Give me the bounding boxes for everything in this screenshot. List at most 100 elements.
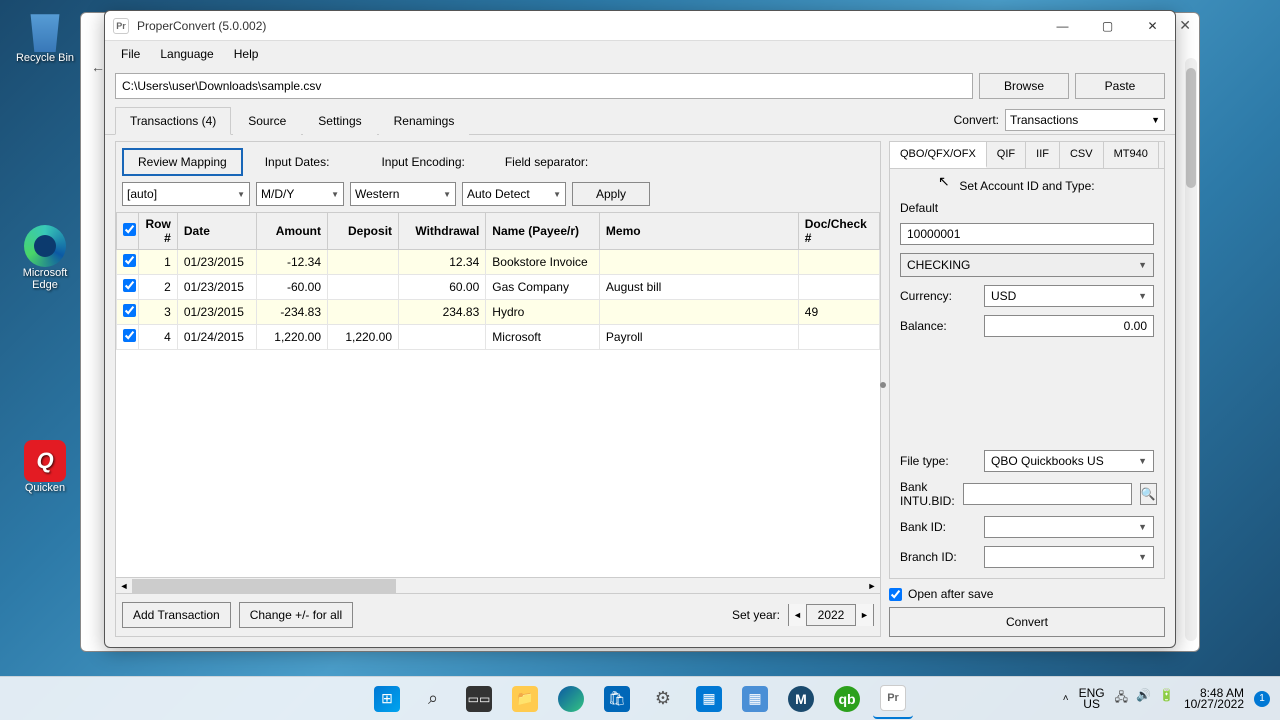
bg-scrollbar[interactable] bbox=[1185, 58, 1197, 641]
clock[interactable]: 8:48 AM 10/27/2022 bbox=[1184, 688, 1244, 710]
cell-name: Microsoft bbox=[486, 325, 600, 350]
recycle-bin[interactable]: Recycle Bin bbox=[10, 10, 80, 64]
open-after-save-checkbox[interactable] bbox=[889, 588, 902, 601]
tab-settings[interactable]: Settings bbox=[303, 107, 376, 135]
year-increment[interactable]: ► bbox=[855, 604, 873, 626]
close-button[interactable]: ✕ bbox=[1130, 11, 1175, 41]
currency-label: Currency: bbox=[900, 289, 976, 303]
notification-badge[interactable]: 1 bbox=[1254, 691, 1270, 707]
year-spinner[interactable]: ◄ 2022 ► bbox=[788, 604, 874, 626]
bank-intu-input[interactable] bbox=[963, 483, 1132, 505]
table-row[interactable]: 201/23/2015-60.0060.00Gas CompanyAugust … bbox=[117, 275, 880, 300]
bg-back-icon[interactable]: ← bbox=[91, 59, 105, 75]
balance-input[interactable] bbox=[984, 315, 1154, 337]
convert-button[interactable]: Convert bbox=[889, 607, 1165, 637]
maximize-button[interactable]: ▢ bbox=[1085, 11, 1130, 41]
currency-select[interactable]: USD▼ bbox=[984, 285, 1154, 307]
taskbar-app1[interactable]: ▦ bbox=[689, 679, 729, 719]
col-deposit[interactable]: Deposit bbox=[328, 213, 399, 250]
table-row[interactable]: 101/23/2015-12.3412.34Bookstore Invoice bbox=[117, 250, 880, 275]
tab-transactions[interactable]: Transactions (4) bbox=[115, 107, 231, 135]
col-amount[interactable]: Amount bbox=[257, 213, 328, 250]
tab-renamings[interactable]: Renamings bbox=[379, 107, 470, 135]
cell-memo bbox=[599, 300, 798, 325]
browse-button[interactable]: Browse bbox=[979, 73, 1069, 99]
col-name[interactable]: Name (Payee/r) bbox=[486, 213, 600, 250]
col-memo[interactable]: Memo bbox=[599, 213, 798, 250]
tab-csv[interactable]: CSV bbox=[1060, 142, 1104, 168]
taskbar-quickbooks[interactable]: qb bbox=[827, 679, 867, 719]
date-format-select[interactable]: M/D/Y▼ bbox=[256, 182, 344, 206]
scroll-left-icon[interactable]: ◄ bbox=[116, 578, 132, 594]
separator-select[interactable]: Auto Detect▼ bbox=[462, 182, 566, 206]
change-sign-button[interactable]: Change +/- for all bbox=[239, 602, 353, 628]
cell-date: 01/23/2015 bbox=[177, 275, 256, 300]
cell-row: 1 bbox=[139, 250, 178, 275]
taskbar-edge[interactable] bbox=[551, 679, 591, 719]
row-checkbox[interactable] bbox=[123, 304, 136, 317]
volume-icon[interactable]: 🔊 bbox=[1136, 688, 1151, 709]
table-row[interactable]: 401/24/20151,220.001,220.00MicrosoftPayr… bbox=[117, 325, 880, 350]
battery-icon[interactable]: 🔋 bbox=[1159, 688, 1174, 709]
splitter-handle[interactable] bbox=[880, 382, 886, 388]
row-checkbox[interactable] bbox=[123, 329, 136, 342]
cell-row: 3 bbox=[139, 300, 178, 325]
branch-id-select[interactable]: ▼ bbox=[984, 546, 1154, 568]
minimize-button[interactable]: — bbox=[1040, 11, 1085, 41]
row-checkbox[interactable] bbox=[123, 279, 136, 292]
bg-close-icon[interactable]: ✕ bbox=[1179, 17, 1191, 34]
account-type-select[interactable]: CHECKING▼ bbox=[900, 253, 1154, 277]
table-row[interactable]: 301/23/2015-234.83234.83Hydro49 bbox=[117, 300, 880, 325]
col-doc[interactable]: Doc/Check # bbox=[798, 213, 879, 250]
menu-help[interactable]: Help bbox=[224, 44, 269, 64]
convert-select[interactable]: Transactions ▼ bbox=[1005, 109, 1165, 131]
microsoft-edge[interactable]: Microsoft Edge bbox=[10, 225, 80, 291]
file-path-input[interactable] bbox=[115, 73, 973, 99]
bank-search-button[interactable]: 🔍 bbox=[1140, 483, 1157, 505]
transactions-table: Row # Date Amount Deposit Withdrawal Nam… bbox=[116, 212, 880, 577]
tab-source[interactable]: Source bbox=[233, 107, 301, 135]
taskbar-settings[interactable]: ⚙ bbox=[643, 679, 683, 719]
scrollbar-thumb[interactable] bbox=[132, 579, 396, 593]
network-icon[interactable]: 🖧 bbox=[1115, 688, 1128, 709]
taskbar-search[interactable]: ⌕ bbox=[413, 679, 453, 719]
row-checkbox[interactable] bbox=[123, 254, 136, 267]
start-button[interactable]: ⊞ bbox=[367, 679, 407, 719]
year-decrement[interactable]: ◄ bbox=[789, 604, 807, 626]
tab-qbo[interactable]: QBO/QFX/OFX bbox=[890, 142, 987, 168]
horizontal-scrollbar[interactable]: ◄ ► bbox=[116, 577, 880, 593]
review-mapping-button[interactable]: Review Mapping bbox=[122, 148, 243, 176]
bg-scrollbar-thumb[interactable] bbox=[1186, 68, 1196, 188]
encoding-select[interactable]: Western▼ bbox=[350, 182, 456, 206]
col-date[interactable]: Date bbox=[177, 213, 256, 250]
scroll-right-icon[interactable]: ► bbox=[864, 578, 880, 594]
taskbar-properconvert[interactable]: Pr bbox=[873, 679, 913, 719]
year-value: 2022 bbox=[807, 608, 855, 622]
tab-iif[interactable]: IIF bbox=[1026, 142, 1060, 168]
taskbar-store[interactable]: 🛍 bbox=[597, 679, 637, 719]
chevron-down-icon: ▼ bbox=[237, 190, 245, 199]
col-row[interactable]: Row # bbox=[139, 213, 178, 250]
quicken[interactable]: Q Quicken bbox=[10, 440, 80, 494]
taskbar-app2[interactable]: ▦ bbox=[735, 679, 775, 719]
taskbar-m-app[interactable]: M bbox=[781, 679, 821, 719]
cell-deposit bbox=[328, 275, 399, 300]
language-indicator[interactable]: ENG US bbox=[1079, 688, 1105, 710]
taskbar-explorer[interactable]: 📁 bbox=[505, 679, 545, 719]
header-checkbox[interactable] bbox=[123, 223, 136, 236]
cell-withdrawal bbox=[399, 325, 486, 350]
menu-file[interactable]: File bbox=[111, 44, 150, 64]
tab-mt940[interactable]: MT940 bbox=[1104, 142, 1159, 168]
paste-button[interactable]: Paste bbox=[1075, 73, 1165, 99]
bank-id-select[interactable]: ▼ bbox=[984, 516, 1154, 538]
add-transaction-button[interactable]: Add Transaction bbox=[122, 602, 231, 628]
account-id-input[interactable] bbox=[900, 223, 1154, 245]
auto-select[interactable]: [auto]▼ bbox=[122, 182, 250, 206]
col-withdrawal[interactable]: Withdrawal bbox=[399, 213, 486, 250]
taskbar-taskview[interactable]: ▭▭ bbox=[459, 679, 499, 719]
tray-overflow[interactable]: ˄ bbox=[1063, 693, 1069, 704]
menu-language[interactable]: Language bbox=[150, 44, 223, 64]
apply-button[interactable]: Apply bbox=[572, 182, 650, 206]
tab-qif[interactable]: QIF bbox=[987, 142, 1026, 168]
file-type-select[interactable]: QBO Quickbooks US▼ bbox=[984, 450, 1154, 472]
